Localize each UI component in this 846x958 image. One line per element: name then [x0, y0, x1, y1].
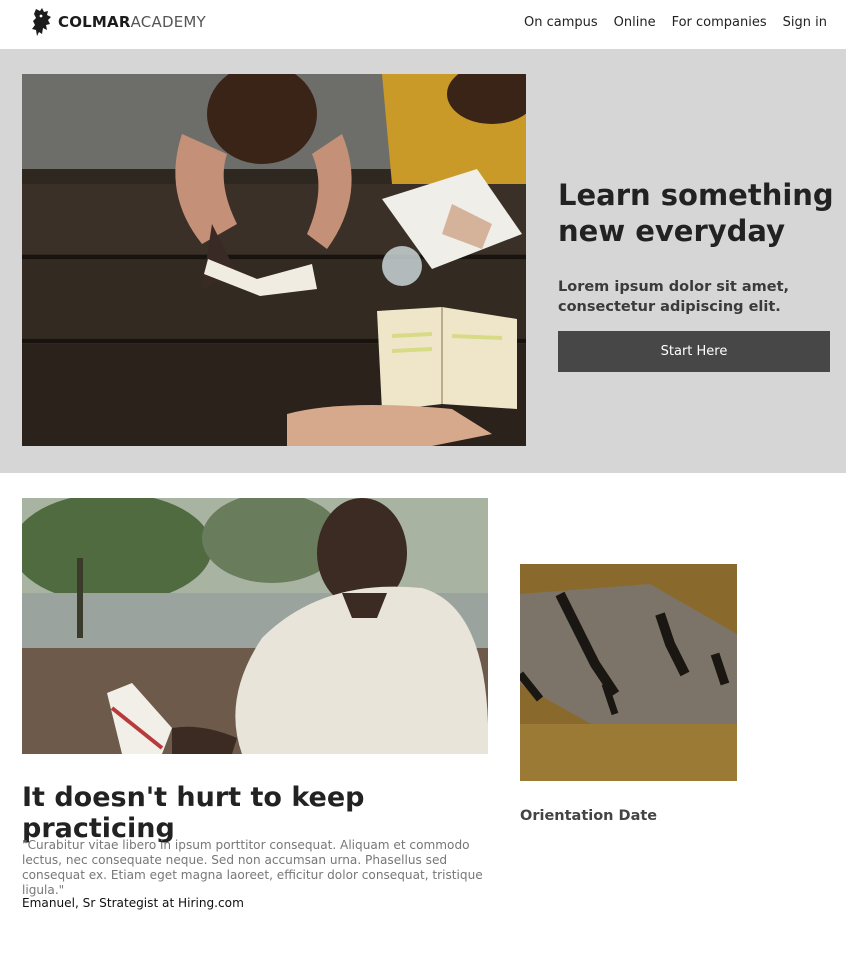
logo-text-light: ACADEMY — [130, 13, 206, 31]
lion-logo-icon — [32, 8, 51, 36]
start-here-button[interactable]: Start Here — [558, 331, 830, 372]
logo-text-bold: COLMAR — [58, 13, 131, 31]
hero-section: Learn something new everyday Lorem ipsum… — [0, 49, 846, 473]
hero-image-illustration — [22, 74, 526, 446]
testimonial-author: Emanuel, Sr Strategist at Hiring.com — [22, 896, 244, 910]
nav-link-on-campus[interactable]: On campus — [524, 15, 598, 30]
campus-shadows-illustration — [520, 564, 737, 781]
main-nav: On campus Online For companies Sign in — [524, 15, 827, 30]
hero-subtitle: Lorem ipsum dolor sit amet, consectetur … — [558, 279, 790, 315]
logo[interactable]: COLMARACADEMY — [30, 6, 206, 38]
man-reading-image — [22, 498, 488, 754]
logo-text: COLMARACADEMY — [58, 13, 206, 31]
nav-link-online[interactable]: Online — [614, 15, 656, 30]
orientation-date-label: Orientation Date — [520, 808, 658, 824]
nav-link-sign-in[interactable]: Sign in — [783, 15, 827, 30]
practice-section-title: It doesn't hurt to keep practicing — [22, 782, 365, 844]
campus-shadows-image — [520, 564, 737, 781]
site-header: COLMARACADEMY On campus Online For compa… — [0, 0, 846, 49]
hero-image-students-studying — [22, 74, 526, 446]
hero-title: Learn something new everyday — [558, 178, 834, 248]
man-reading-illustration — [22, 498, 488, 754]
testimonial-quote: "Curabitur vitae libero in ipsum porttit… — [22, 838, 483, 897]
nav-link-for-companies[interactable]: For companies — [672, 15, 767, 30]
